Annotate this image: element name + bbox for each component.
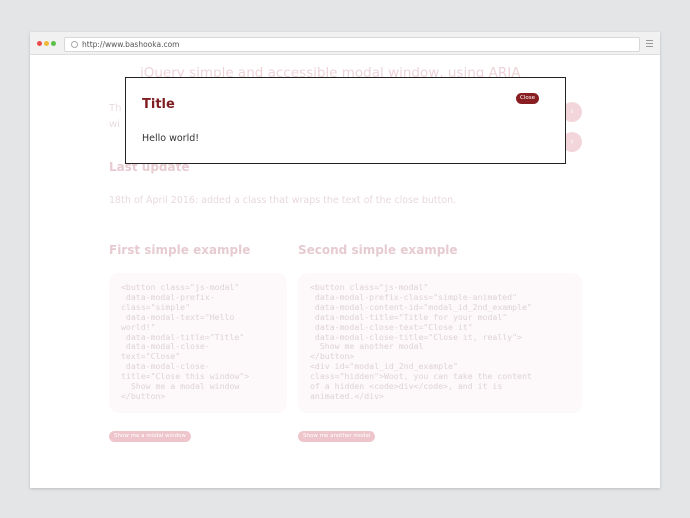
address-bar[interactable]: http://www.bashooka.com [64, 37, 640, 52]
site-info-icon [71, 41, 78, 48]
browser-toolbar: http://www.bashooka.com [30, 32, 660, 55]
second-example-code: <button class="js-modal" data-modal-pref… [298, 273, 582, 413]
first-example-heading: First simple example [109, 243, 251, 257]
modal-dialog: Title Close Hello world! [125, 77, 566, 164]
maximize-window-icon[interactable] [51, 41, 56, 46]
show-another-modal-button[interactable]: Show me another modal [298, 431, 376, 442]
menu-icon[interactable] [646, 40, 653, 49]
first-example-code: <button class="js-modal" data-modal-pref… [109, 273, 287, 413]
modal-title: Title [142, 97, 175, 112]
url-text: http://www.bashooka.com [82, 40, 180, 49]
last-update-text: 18th of April 2016: added a class that w… [109, 195, 457, 206]
modal-close-button[interactable]: Close [516, 93, 539, 104]
minimize-window-icon[interactable] [44, 41, 49, 46]
modal-body-text: Hello world! [142, 133, 200, 144]
second-example-heading: Second simple example [298, 243, 458, 257]
intro-text: Th wi [109, 103, 122, 130]
close-window-icon[interactable] [37, 41, 42, 46]
show-modal-button[interactable]: Show me a modal window [109, 431, 191, 442]
